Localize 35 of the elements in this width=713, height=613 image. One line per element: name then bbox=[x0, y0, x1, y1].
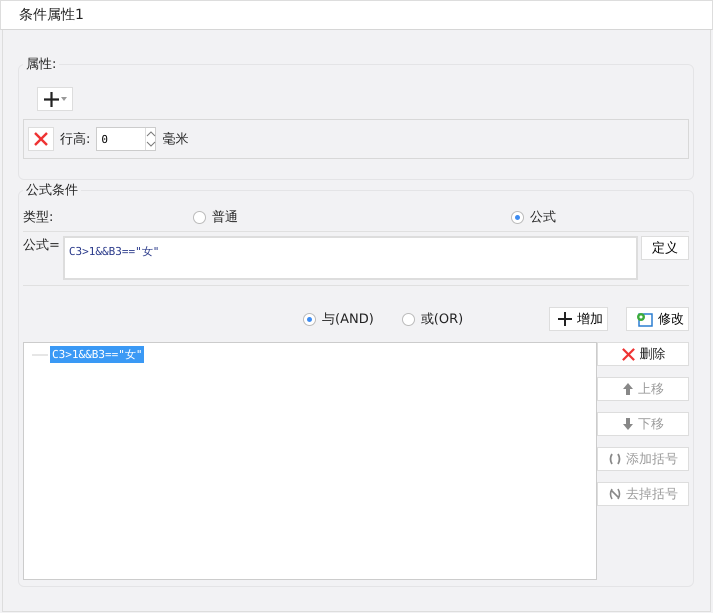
unit-label: 毫米 bbox=[162, 131, 188, 148]
option-label: 普通 bbox=[212, 208, 238, 226]
option-label: 与(AND) bbox=[322, 311, 374, 328]
arrow-up-icon bbox=[622, 382, 634, 396]
number-spinner[interactable]: 0 bbox=[96, 127, 156, 151]
define-button[interactable]: 定义 bbox=[641, 236, 689, 260]
radio-button[interactable] bbox=[511, 210, 524, 224]
add-dropdown-button[interactable] bbox=[37, 87, 73, 111]
radio-button[interactable] bbox=[193, 210, 206, 224]
remove-parentheses-icon bbox=[608, 487, 622, 501]
option-label: 或(OR) bbox=[420, 311, 464, 328]
field-label: 行高: bbox=[60, 131, 90, 148]
add-button[interactable]: 增加 bbox=[549, 307, 608, 331]
parentheses-icon bbox=[608, 452, 622, 466]
formula-label: 公式= bbox=[23, 237, 60, 255]
section-legend: 公式条件 bbox=[23, 181, 81, 199]
arrow-down-icon bbox=[622, 417, 634, 431]
plus-icon bbox=[558, 312, 572, 326]
radio-button[interactable] bbox=[402, 312, 415, 326]
section-legend: 属性: bbox=[23, 55, 60, 73]
option-label: 公式 bbox=[530, 209, 556, 226]
type-label: 类型: bbox=[23, 209, 54, 226]
close-icon bbox=[33, 131, 49, 147]
remove-button[interactable] bbox=[28, 127, 54, 151]
window-title: 条件属性1 bbox=[19, 6, 84, 24]
gear-edit-icon bbox=[635, 311, 653, 327]
radio-button[interactable] bbox=[303, 312, 316, 326]
formula-field[interactable]: C3>1&&B3=="女" bbox=[62, 236, 638, 280]
caret-icon bbox=[61, 97, 67, 101]
close-icon bbox=[620, 346, 636, 362]
spinner-arrows-icon[interactable] bbox=[146, 130, 156, 148]
delete-button[interactable]: 删除 bbox=[597, 342, 689, 366]
plus-icon bbox=[43, 90, 60, 108]
edit-button[interactable]: 修改 bbox=[626, 307, 689, 331]
tree-line-icon bbox=[32, 354, 48, 356]
